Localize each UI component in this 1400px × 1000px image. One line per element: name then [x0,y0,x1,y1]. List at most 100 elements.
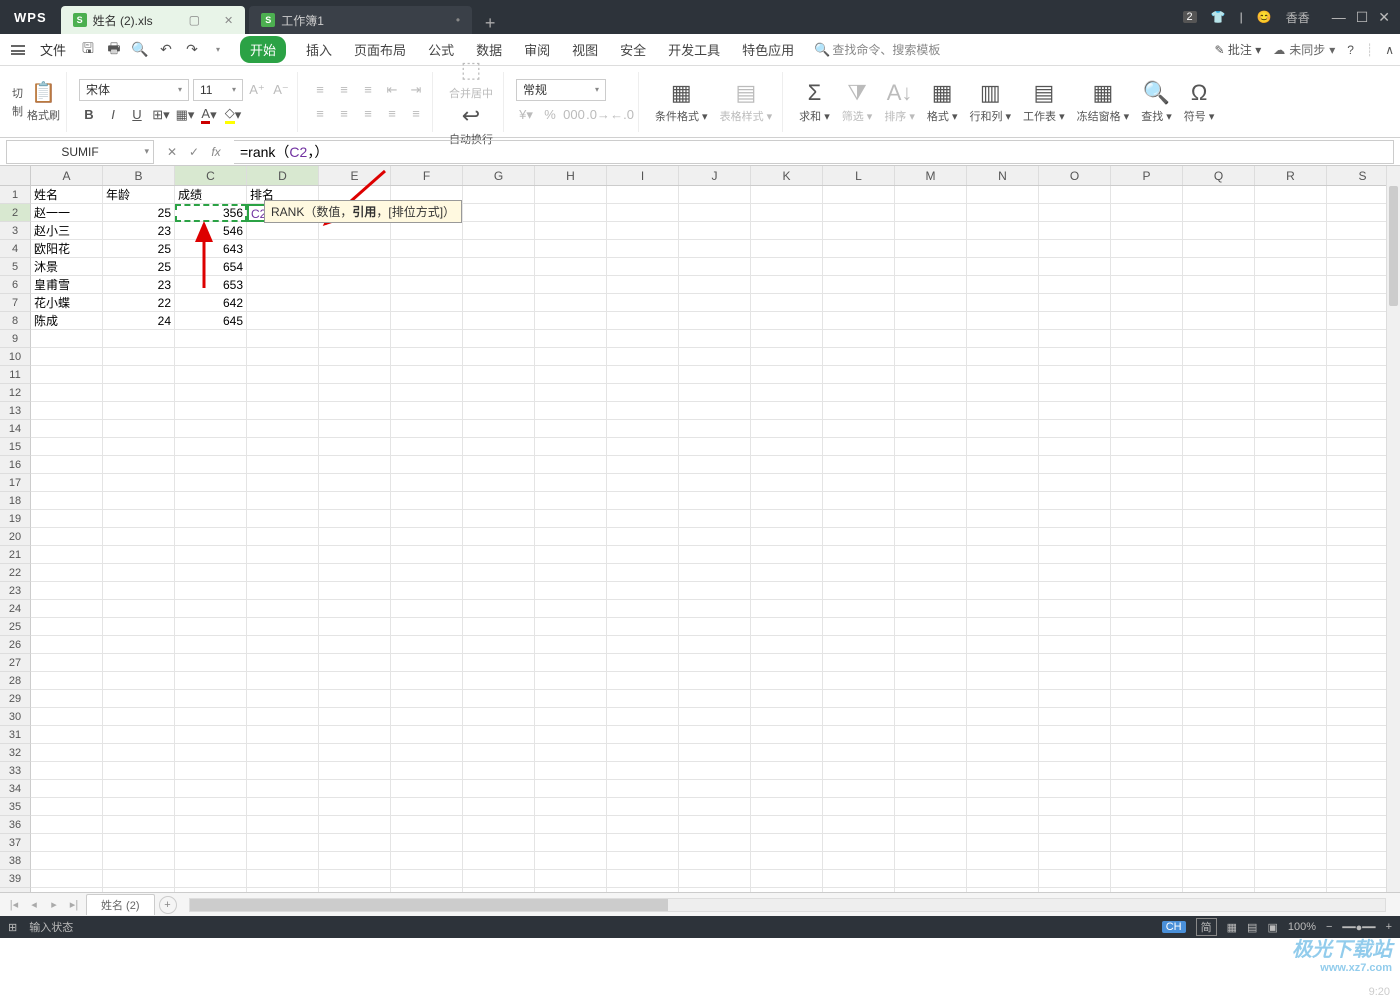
cell-N13[interactable] [967,402,1039,420]
cell-A9[interactable] [31,330,103,348]
cell-O13[interactable] [1039,402,1111,420]
cell-J18[interactable] [679,492,751,510]
cell-D8[interactable] [247,312,319,330]
cell-B9[interactable] [103,330,175,348]
cell-J29[interactable] [679,690,751,708]
cell-M10[interactable] [895,348,967,366]
cell-D11[interactable] [247,366,319,384]
tab-monitor-icon[interactable]: ▢ [189,13,200,27]
cell-C31[interactable] [175,726,247,744]
cell-J9[interactable] [679,330,751,348]
cell-B23[interactable] [103,582,175,600]
cell-B14[interactable] [103,420,175,438]
cell-O6[interactable] [1039,276,1111,294]
cell-O9[interactable] [1039,330,1111,348]
cell-E23[interactable] [319,582,391,600]
row-header[interactable]: 40 [0,888,31,892]
cell-O15[interactable] [1039,438,1111,456]
cell-F32[interactable] [391,744,463,762]
cell-G25[interactable] [463,618,535,636]
sheet-nav-prev-icon[interactable]: ◂ [26,898,42,911]
cell-Q18[interactable] [1183,492,1255,510]
number-format-select[interactable]: 常规▾ [516,79,606,101]
row-header[interactable]: 22 [0,564,31,582]
cell-P28[interactable] [1111,672,1183,690]
tab-special[interactable]: 特色应用 [740,36,796,63]
cell-M7[interactable] [895,294,967,312]
cell-K11[interactable] [751,366,823,384]
cell-O29[interactable] [1039,690,1111,708]
cell-J3[interactable] [679,222,751,240]
cell-E10[interactable] [319,348,391,366]
cell-C17[interactable] [175,474,247,492]
cell-N34[interactable] [967,780,1039,798]
cell-A28[interactable] [31,672,103,690]
row-header[interactable]: 37 [0,834,31,852]
cell-R36[interactable] [1255,816,1327,834]
cell-C33[interactable] [175,762,247,780]
cell-G19[interactable] [463,510,535,528]
cell-R40[interactable] [1255,888,1327,892]
cell-I32[interactable] [607,744,679,762]
cell-J1[interactable] [679,186,751,204]
cell-G37[interactable] [463,834,535,852]
cell-J36[interactable] [679,816,751,834]
cell-J39[interactable] [679,870,751,888]
cell-H5[interactable] [535,258,607,276]
cell-C24[interactable] [175,600,247,618]
cell-R35[interactable] [1255,798,1327,816]
cell-C4[interactable]: 643 [175,240,247,258]
cell-H33[interactable] [535,762,607,780]
cell-B19[interactable] [103,510,175,528]
cell-L18[interactable] [823,492,895,510]
cell-N16[interactable] [967,456,1039,474]
cell-D28[interactable] [247,672,319,690]
cell-O27[interactable] [1039,654,1111,672]
cell-H17[interactable] [535,474,607,492]
cell-R4[interactable] [1255,240,1327,258]
row-header[interactable]: 11 [0,366,31,384]
cell-N3[interactable] [967,222,1039,240]
cell-I40[interactable] [607,888,679,892]
cell-B22[interactable] [103,564,175,582]
cell-I19[interactable] [607,510,679,528]
cell-C1[interactable]: 成绩 [175,186,247,204]
cell-O17[interactable] [1039,474,1111,492]
cell-G23[interactable] [463,582,535,600]
cell-C28[interactable] [175,672,247,690]
cell-A40[interactable] [31,888,103,892]
align-left-icon[interactable]: ≡ [310,104,330,124]
cell-R2[interactable] [1255,204,1327,222]
cell-I27[interactable] [607,654,679,672]
cell-O3[interactable] [1039,222,1111,240]
cell-Q10[interactable] [1183,348,1255,366]
cell-L16[interactable] [823,456,895,474]
cell-Q1[interactable] [1183,186,1255,204]
cell-N23[interactable] [967,582,1039,600]
cell-I9[interactable] [607,330,679,348]
cell-H16[interactable] [535,456,607,474]
underline-icon[interactable]: U [127,105,147,125]
row-header[interactable]: 8 [0,312,31,330]
row-header[interactable]: 14 [0,420,31,438]
fx-icon[interactable]: fx [208,145,224,159]
ime-lang[interactable]: CH [1162,921,1186,933]
cell-I30[interactable] [607,708,679,726]
cell-N39[interactable] [967,870,1039,888]
cell-J26[interactable] [679,636,751,654]
cell-J4[interactable] [679,240,751,258]
cell-Q20[interactable] [1183,528,1255,546]
cell-C12[interactable] [175,384,247,402]
cell-R37[interactable] [1255,834,1327,852]
cell-F3[interactable] [391,222,463,240]
cell-B29[interactable] [103,690,175,708]
cell-H30[interactable] [535,708,607,726]
cell-M8[interactable] [895,312,967,330]
cell-K8[interactable] [751,312,823,330]
cell-P21[interactable] [1111,546,1183,564]
merge-button[interactable]: ⬚合并居中 [445,57,497,101]
cell-F29[interactable] [391,690,463,708]
cell-I10[interactable] [607,348,679,366]
cell-J12[interactable] [679,384,751,402]
cell-F14[interactable] [391,420,463,438]
